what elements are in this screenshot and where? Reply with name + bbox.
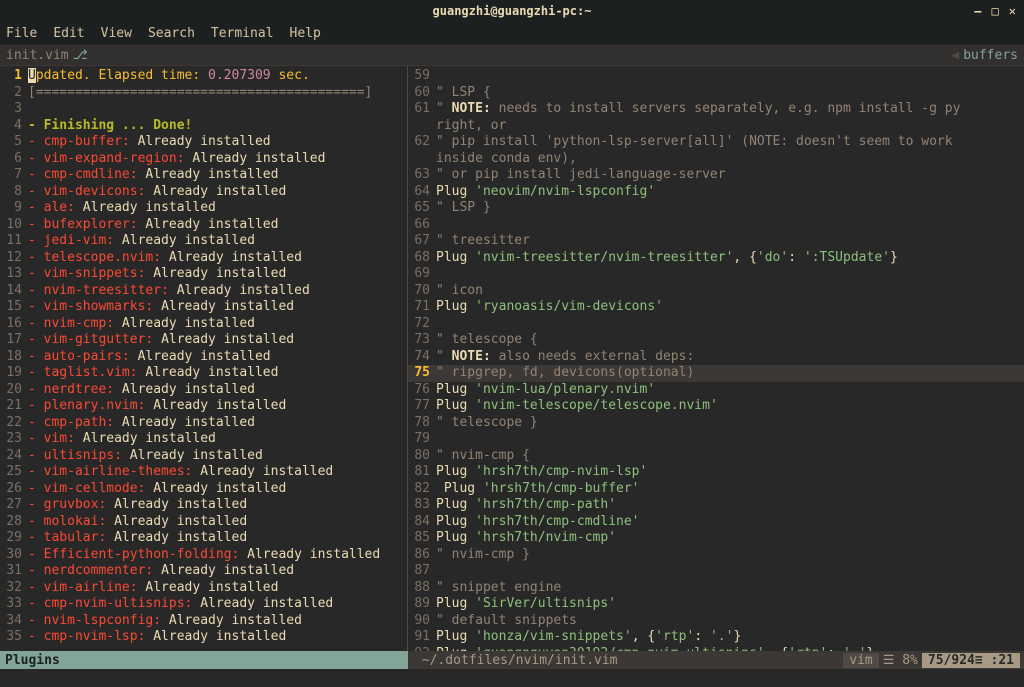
code-line[interactable]: 35- cmp-nvim-lsp: Already installed — [0, 629, 407, 646]
code-line[interactable]: 18- auto-pairs: Already installed — [0, 349, 407, 366]
code-line[interactable]: 8- vim-devicons: Already installed — [0, 184, 407, 201]
code-line[interactable]: 62" pip install 'python-lsp-server[all]'… — [408, 134, 1024, 151]
code-line[interactable]: 72 — [408, 316, 1024, 333]
menu-view[interactable]: View — [101, 26, 132, 41]
code-line[interactable]: 78" telescope } — [408, 415, 1024, 432]
code-line[interactable]: 2[======================================… — [0, 85, 407, 102]
code-line[interactable]: 60" LSP { — [408, 85, 1024, 102]
status-bar: Plugins ▶ ~/.dotfiles/nvim/init.vim vim … — [0, 651, 1024, 669]
code-line[interactable]: 73" telescope { — [408, 332, 1024, 349]
code-line[interactable]: 89Plug 'SirVer/ultisnips' — [408, 596, 1024, 613]
code-line[interactable]: 91Plug 'honza/vim-snippets', {'rtp': '.'… — [408, 629, 1024, 646]
separator-icon: ▶ — [408, 653, 416, 668]
tab-initvim[interactable]: init.vim ⎇ — [0, 48, 88, 63]
code-line[interactable]: 87 — [408, 563, 1024, 580]
code-line[interactable]: 21- plenary.nvim: Already installed — [0, 398, 407, 415]
code-line[interactable]: 64Plug 'neovim/nvim-lspconfig' — [408, 184, 1024, 201]
code-line[interactable]: 65" LSP } — [408, 200, 1024, 217]
code-line[interactable]: 25- vim-airline-themes: Already installe… — [0, 464, 407, 481]
code-line-continuation[interactable]: right, or — [408, 118, 1024, 135]
minimize-icon[interactable]: — — [974, 4, 981, 18]
code-line[interactable]: 75" ripgrep, fd, devicons(optional) — [408, 365, 1024, 382]
buffers-label[interactable]: ◀buffers — [951, 48, 1024, 63]
code-line[interactable]: 68Plug 'nvim-treesitter/nvim-treesitter'… — [408, 250, 1024, 267]
initvim-code-pane[interactable]: 5960" LSP {61" NOTE: needs to install se… — [408, 66, 1024, 651]
menu-terminal[interactable]: Terminal — [211, 26, 274, 41]
status-percent: ☰ 8% — [881, 653, 920, 668]
menu-help[interactable]: Help — [290, 26, 321, 41]
code-line[interactable]: 28- molokai: Already installed — [0, 514, 407, 531]
code-line[interactable]: 69 — [408, 266, 1024, 283]
code-line[interactable]: 11- jedi-vim: Already installed — [0, 233, 407, 250]
code-line[interactable]: 71Plug 'ryanoasis/vim-devicons' — [408, 299, 1024, 316]
code-line[interactable]: 61" NOTE: needs to install servers separ… — [408, 101, 1024, 118]
code-line[interactable]: 15- vim-showmarks: Already installed — [0, 299, 407, 316]
code-line[interactable]: 5- cmp-buffer: Already installed — [0, 134, 407, 151]
code-line[interactable]: 9- ale: Already installed — [0, 200, 407, 217]
code-line[interactable]: 13- vim-snippets: Already installed — [0, 266, 407, 283]
code-line[interactable]: 34- nvim-lspconfig: Already installed — [0, 613, 407, 630]
status-left-title: Plugins — [0, 651, 408, 669]
code-line[interactable]: 14- nvim-treesitter: Already installed — [0, 283, 407, 300]
code-line[interactable]: 24- ultisnips: Already installed — [0, 448, 407, 465]
menubar: File Edit View Search Terminal Help — [0, 22, 1024, 46]
code-line[interactable]: 66 — [408, 217, 1024, 234]
code-line[interactable]: 84Plug 'hrsh7th/cmp-cmdline' — [408, 514, 1024, 531]
code-line[interactable]: 17- vim-gitgutter: Already installed — [0, 332, 407, 349]
code-line[interactable]: 67" treesitter — [408, 233, 1024, 250]
editor: 1Updated. Elapsed time: 0.207309 sec.2[=… — [0, 66, 1024, 651]
code-line[interactable]: 33- cmp-nvim-ultisnips: Already installe… — [0, 596, 407, 613]
status-filepath: ~/.dotfiles/nvim/init.vim — [416, 653, 618, 668]
close-icon[interactable]: ✕ — [1009, 4, 1016, 18]
status-filetype: vim — [843, 653, 878, 668]
code-line[interactable]: 27- gruvbox: Already installed — [0, 497, 407, 514]
code-line[interactable]: 76Plug 'nvim-lua/plenary.nvim' — [408, 382, 1024, 399]
code-line[interactable]: 70" icon — [408, 283, 1024, 300]
code-line[interactable]: 88" snippet engine — [408, 580, 1024, 597]
code-line[interactable]: 6- vim-expand-region: Already installed — [0, 151, 407, 168]
code-line[interactable]: 85Plug 'hrsh7th/nvim-cmp' — [408, 530, 1024, 547]
code-line[interactable]: 30- Efficient-python-folding: Already in… — [0, 547, 407, 564]
plugin-results-pane[interactable]: 1Updated. Elapsed time: 0.207309 sec.2[=… — [0, 66, 408, 651]
code-line[interactable]: 81Plug 'hrsh7th/cmp-nvim-lsp' — [408, 464, 1024, 481]
code-line[interactable]: 19- taglist.vim: Already installed — [0, 365, 407, 382]
code-line[interactable]: 1Updated. Elapsed time: 0.207309 sec. — [0, 68, 407, 85]
code-line[interactable]: 20- nerdtree: Already installed — [0, 382, 407, 399]
buffer-tabbar: init.vim ⎇ ◀buffers — [0, 46, 1024, 66]
code-line[interactable]: 16- nvim-cmp: Already installed — [0, 316, 407, 333]
code-line[interactable]: 83Plug 'hrsh7th/cmp-path' — [408, 497, 1024, 514]
menu-search[interactable]: Search — [148, 26, 195, 41]
code-line[interactable]: 26- vim-cellmode: Already installed — [0, 481, 407, 498]
code-line[interactable]: 59 — [408, 68, 1024, 85]
code-line[interactable]: 3 — [0, 101, 407, 118]
code-line[interactable]: 4- Finishing ... Done! — [0, 118, 407, 135]
window-titlebar: guangzhi@guangzhi-pc:~ — □ ✕ — [0, 0, 1024, 22]
code-line[interactable]: 74" NOTE: also needs external deps: — [408, 349, 1024, 366]
code-line[interactable]: 29- tabular: Already installed — [0, 530, 407, 547]
code-line-continuation[interactable]: inside conda env), — [408, 151, 1024, 168]
code-line[interactable]: 90" default snippets — [408, 613, 1024, 630]
code-line[interactable]: 32- vim-airline: Already installed — [0, 580, 407, 597]
code-line[interactable]: 63" or pip install jedi-language-server — [408, 167, 1024, 184]
command-line[interactable] — [0, 669, 1024, 687]
menu-file[interactable]: File — [6, 26, 37, 41]
code-line[interactable]: 80" nvim-cmp { — [408, 448, 1024, 465]
window-title: guangzhi@guangzhi-pc:~ — [433, 4, 592, 18]
menu-edit[interactable]: Edit — [53, 26, 84, 41]
code-line[interactable]: 79 — [408, 431, 1024, 448]
code-line[interactable]: 23- vim: Already installed — [0, 431, 407, 448]
code-line[interactable]: 10- bufexplorer: Already installed — [0, 217, 407, 234]
code-line[interactable]: 82>Plug 'hrsh7th/cmp-buffer' — [408, 481, 1024, 498]
code-line[interactable]: 12- telescope.nvim: Already installed — [0, 250, 407, 267]
code-line[interactable]: 31- nerdcommenter: Already installed — [0, 563, 407, 580]
code-line[interactable]: 77Plug 'nvim-telescope/telescope.nvim' — [408, 398, 1024, 415]
status-position: 75/924≡ :21 — [922, 653, 1020, 668]
vim-file-icon: ⎇ — [73, 48, 88, 63]
maximize-icon[interactable]: □ — [992, 4, 999, 18]
code-line[interactable]: 86" nvim-cmp } — [408, 547, 1024, 564]
code-line[interactable]: 7- cmp-cmdline: Already installed — [0, 167, 407, 184]
code-line[interactable]: 22- cmp-path: Already installed — [0, 415, 407, 432]
